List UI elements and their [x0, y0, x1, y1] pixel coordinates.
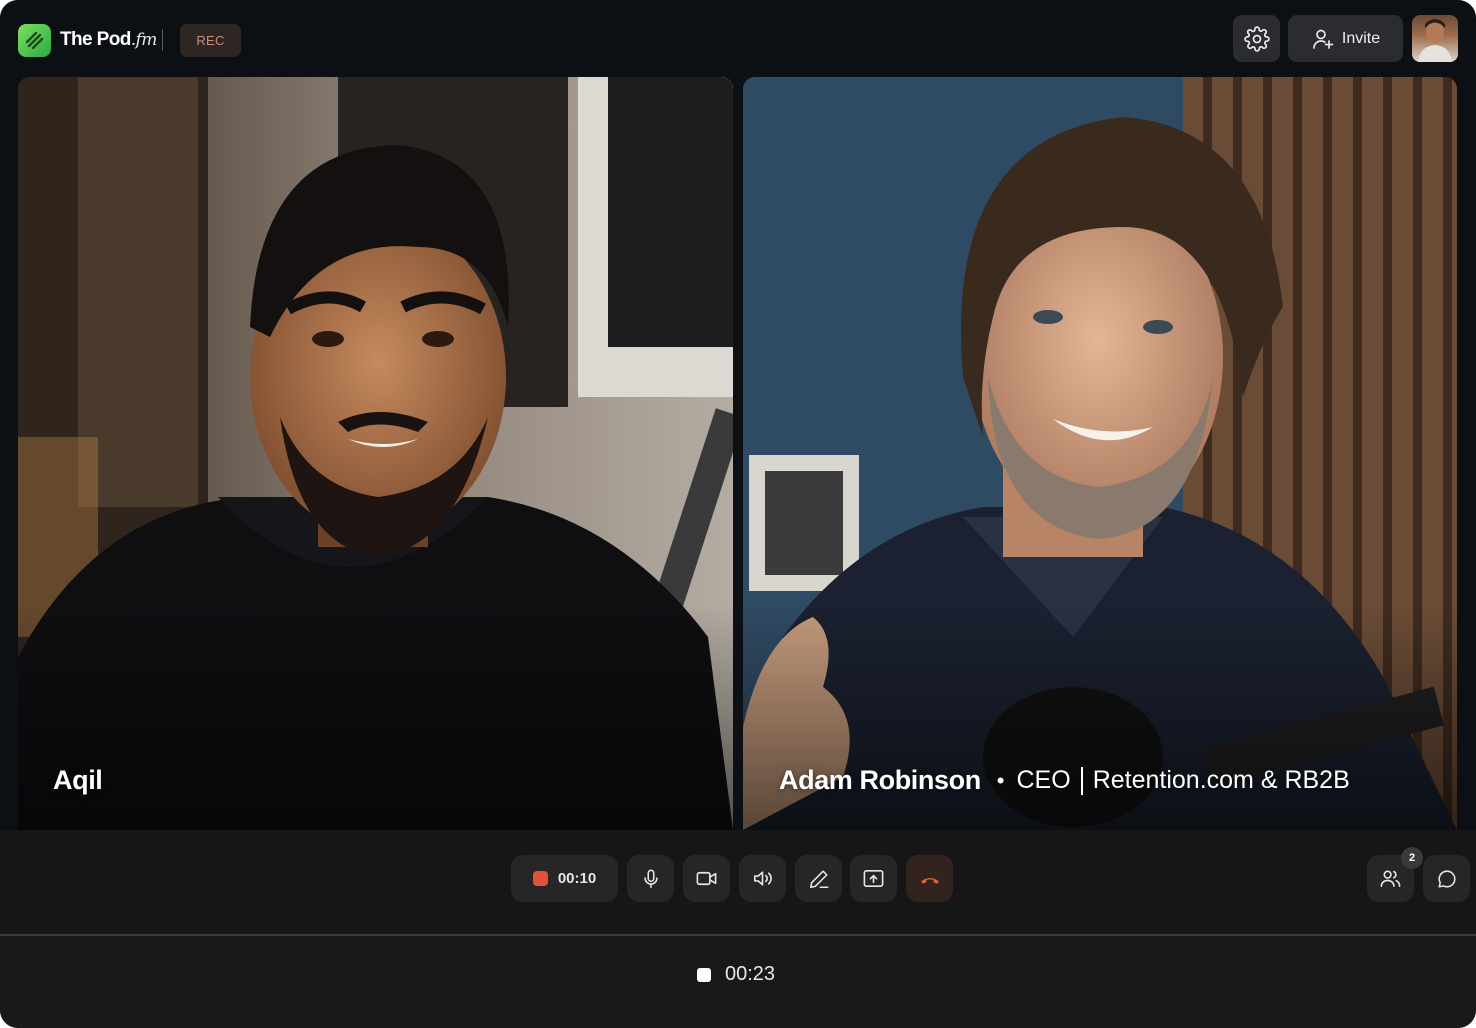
participant-name: Aqil	[53, 765, 103, 795]
camera-button[interactable]	[683, 855, 730, 902]
invite-button[interactable]: Invite	[1288, 15, 1403, 62]
settings-button[interactable]	[1233, 15, 1280, 62]
bullet-separator: •	[996, 767, 1005, 793]
logo-icon	[18, 24, 51, 57]
speaker-button[interactable]	[739, 855, 786, 902]
pen-icon	[809, 869, 828, 888]
video-tile-adam-robinson[interactable]: Adam Robinson • CEO Retention.com & RB2B	[743, 77, 1457, 830]
end-call-button[interactable]	[906, 855, 953, 902]
participant-caption: Adam Robinson • CEO Retention.com & RB2B	[779, 765, 1350, 796]
participant-name: Adam Robinson	[779, 765, 981, 795]
divider	[1080, 766, 1083, 795]
brand-name: The Pod	[60, 29, 131, 50]
recording-status[interactable]: 00:23	[697, 963, 775, 986]
rec-badge: REC	[180, 24, 241, 57]
microphone-button[interactable]	[627, 855, 674, 902]
speaker-icon	[754, 871, 772, 886]
invite-label: Invite	[1341, 29, 1381, 47]
stop-icon[interactable]	[697, 967, 711, 982]
share-screen-button[interactable]	[850, 855, 897, 902]
timer-value: 00:10	[557, 870, 597, 887]
participants-count-badge: 2	[1401, 847, 1423, 869]
annotate-button[interactable]	[795, 855, 842, 902]
chat-icon	[1437, 869, 1455, 888]
video-feed	[18, 77, 733, 830]
divider	[162, 29, 163, 51]
avatar[interactable]	[1412, 15, 1458, 62]
record-icon	[532, 871, 548, 886]
elapsed-time: 00:23	[725, 963, 776, 985]
camera-icon	[696, 871, 717, 886]
brand-logo: The Pod.fm	[60, 29, 157, 51]
gear-icon	[1243, 25, 1270, 52]
microphone-icon	[643, 869, 658, 888]
call-controls: 00:10 2	[0, 830, 1476, 936]
video-feed	[743, 77, 1457, 830]
chat-button[interactable]	[1423, 855, 1470, 902]
end-call-icon	[920, 877, 939, 884]
participant-company: Retention.com & RB2B	[1092, 766, 1350, 794]
participant-role: CEO	[1016, 766, 1071, 794]
app-window: The Pod.fm REC Invite Aqil Adam Robinson…	[0, 0, 1476, 1028]
brand-suffix: .fm	[130, 30, 158, 50]
video-tile-aqil[interactable]: Aqil	[18, 77, 733, 830]
participants-icon	[1380, 870, 1401, 887]
top-bar: The Pod.fm REC Invite	[0, 0, 1476, 78]
add-user-icon	[1313, 29, 1334, 49]
recording-timer-button[interactable]: 00:10	[511, 855, 618, 902]
share-screen-icon	[863, 870, 884, 887]
